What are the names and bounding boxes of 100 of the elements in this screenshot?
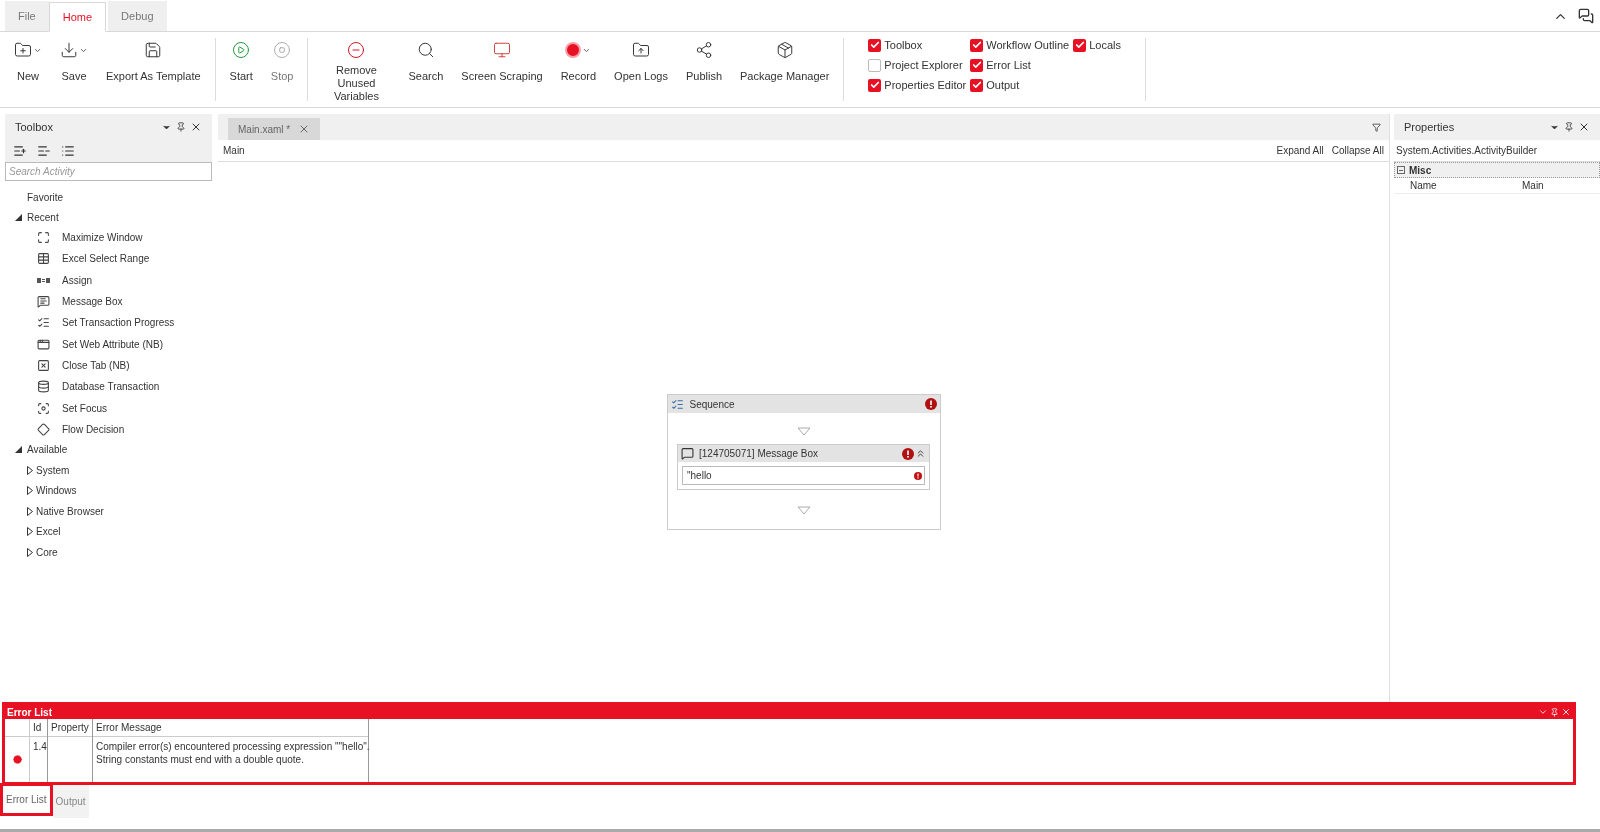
sequence-card[interactable]: Sequence [124705071] Message Box "hello xyxy=(666,394,941,530)
close-icon[interactable] xyxy=(1578,121,1590,133)
play-icon xyxy=(232,41,251,59)
property-value[interactable]: Main xyxy=(1522,178,1544,193)
ribbon-button[interactable]: Open Logs xyxy=(606,38,676,83)
table-icon xyxy=(37,252,50,266)
column-header[interactable]: Error Message xyxy=(93,719,368,737)
pin-icon[interactable] xyxy=(176,122,186,132)
designer-link[interactable]: Expand All xyxy=(1276,143,1324,158)
tree-item[interactable]: Core xyxy=(36,544,58,560)
ribbon-button[interactable]: Remove Unused Variables xyxy=(314,38,399,103)
close-tab-icon xyxy=(37,358,50,372)
ribbon-button[interactable]: New xyxy=(6,38,50,83)
activity-item[interactable]: Database Transaction xyxy=(62,379,160,395)
activity-item[interactable]: Close Tab (NB) xyxy=(62,357,130,373)
designer-link[interactable]: Collapse All xyxy=(1331,143,1384,158)
search-field[interactable]: Search Activity xyxy=(5,162,212,181)
checkbox[interactable] xyxy=(868,78,882,92)
activity-title: [124705071] Message Box xyxy=(699,447,818,461)
folder-icon xyxy=(632,41,650,59)
ribbon-button[interactable]: Export As Template xyxy=(98,38,209,83)
ribbon-button[interactable]: Save xyxy=(52,38,96,83)
checkbox[interactable] xyxy=(868,58,882,72)
list-icon[interactable] xyxy=(61,144,75,158)
activity-item[interactable]: Assign xyxy=(62,272,92,288)
ribbon-tab[interactable]: Home xyxy=(48,2,107,32)
collapsed-triangle-icon[interactable] xyxy=(27,465,33,475)
panel-checkbox[interactable]: Output xyxy=(970,78,1070,92)
pin-icon[interactable] xyxy=(1550,707,1559,717)
tree-item[interactable]: System xyxy=(36,462,70,478)
activity-item[interactable]: Set Transaction Progress xyxy=(62,315,175,331)
ribbon-tab[interactable]: Debug xyxy=(108,1,167,31)
search-icon xyxy=(416,41,435,59)
tree-item[interactable]: Available xyxy=(27,442,68,458)
package-icon xyxy=(775,41,794,59)
checkbox[interactable] xyxy=(970,78,984,92)
collapse-all-icon[interactable] xyxy=(37,144,51,158)
message-icon xyxy=(681,447,694,460)
panel-title: Error List xyxy=(7,705,52,720)
expand-all-icon[interactable] xyxy=(13,144,27,158)
activity-item[interactable]: Set Focus xyxy=(62,400,108,416)
monitor-icon xyxy=(492,41,511,59)
expanded-triangle-icon[interactable] xyxy=(15,213,22,221)
ribbon-tab[interactable]: File xyxy=(5,1,49,31)
activity-item[interactable]: Flow Decision xyxy=(62,421,125,437)
collapse-category-icon[interactable] xyxy=(1397,166,1405,174)
expanded-triangle-icon[interactable] xyxy=(15,446,22,454)
column-header[interactable]: Property xyxy=(48,719,92,737)
minus-circle-icon xyxy=(347,41,366,59)
column-header[interactable]: Id xyxy=(30,719,47,737)
ribbon-button[interactable]: Publish xyxy=(677,38,730,83)
activity-item[interactable]: Excel Select Range xyxy=(62,251,150,267)
ribbon-button[interactable]: Record xyxy=(552,38,605,83)
tree-item[interactable]: Recent xyxy=(27,209,59,225)
checkbox[interactable] xyxy=(970,58,984,72)
error-icon xyxy=(902,447,914,460)
ribbon-button[interactable]: Search xyxy=(400,38,452,83)
tree-item[interactable]: Windows xyxy=(36,483,77,499)
ribbon-button[interactable]: Package Manager xyxy=(732,38,838,83)
stop-icon xyxy=(273,41,292,59)
tree-item[interactable]: Native Browser xyxy=(36,503,104,519)
panel-checkbox[interactable]: Project Explorer xyxy=(868,58,967,72)
collapse-icon[interactable] xyxy=(915,448,926,459)
tree-item[interactable]: Excel xyxy=(36,524,61,540)
activity-item[interactable]: Maximize Window xyxy=(62,230,143,246)
checkbox[interactable] xyxy=(1073,38,1087,52)
checkbox[interactable] xyxy=(868,38,882,52)
drop-arrow-icon xyxy=(796,506,811,515)
checkbox[interactable] xyxy=(970,38,984,52)
panel-checkbox[interactable]: Workflow Outline xyxy=(970,38,1070,52)
checklist-icon xyxy=(37,316,50,330)
activity-card[interactable]: [124705071] Message Box "hello xyxy=(677,444,930,490)
error-icon xyxy=(924,398,937,410)
ribbon-button[interactable]: Screen Scraping xyxy=(453,38,551,83)
document-tab[interactable]: Main.xaml * xyxy=(228,118,321,140)
panel-checkbox[interactable]: Toolbox xyxy=(868,38,967,52)
diamond-icon xyxy=(37,422,50,436)
message-field[interactable]: "hello xyxy=(682,466,925,485)
maximize-icon xyxy=(37,231,50,245)
message-icon xyxy=(37,295,50,309)
sequence-icon xyxy=(670,397,684,411)
tree-item[interactable]: Favorite xyxy=(27,189,64,205)
field-error-icon xyxy=(914,471,922,480)
panel-checkbox[interactable]: Properties Editor xyxy=(868,78,967,92)
panel-checkbox[interactable]: Error List xyxy=(970,58,1070,72)
category-label: Misc xyxy=(1409,163,1432,178)
breadcrumb: Main xyxy=(223,144,245,158)
feedback-icon[interactable] xyxy=(1578,8,1594,24)
sequence-title: Sequence xyxy=(689,397,735,412)
activity-item[interactable]: Set Web Attribute (NB) xyxy=(62,336,163,352)
database-icon xyxy=(37,380,50,394)
activity-item[interactable]: Message Box xyxy=(62,294,123,310)
property-name: Name xyxy=(1410,179,1438,193)
ribbon-button[interactable]: Start xyxy=(221,38,261,83)
pin-icon[interactable] xyxy=(1564,122,1574,132)
bottom-tab[interactable]: Error List xyxy=(0,783,53,816)
drop-arrow-icon xyxy=(796,427,811,436)
panel-checkbox[interactable]: Locals xyxy=(1073,38,1121,52)
close-icon[interactable] xyxy=(190,121,202,133)
new-folder-icon xyxy=(14,41,32,59)
